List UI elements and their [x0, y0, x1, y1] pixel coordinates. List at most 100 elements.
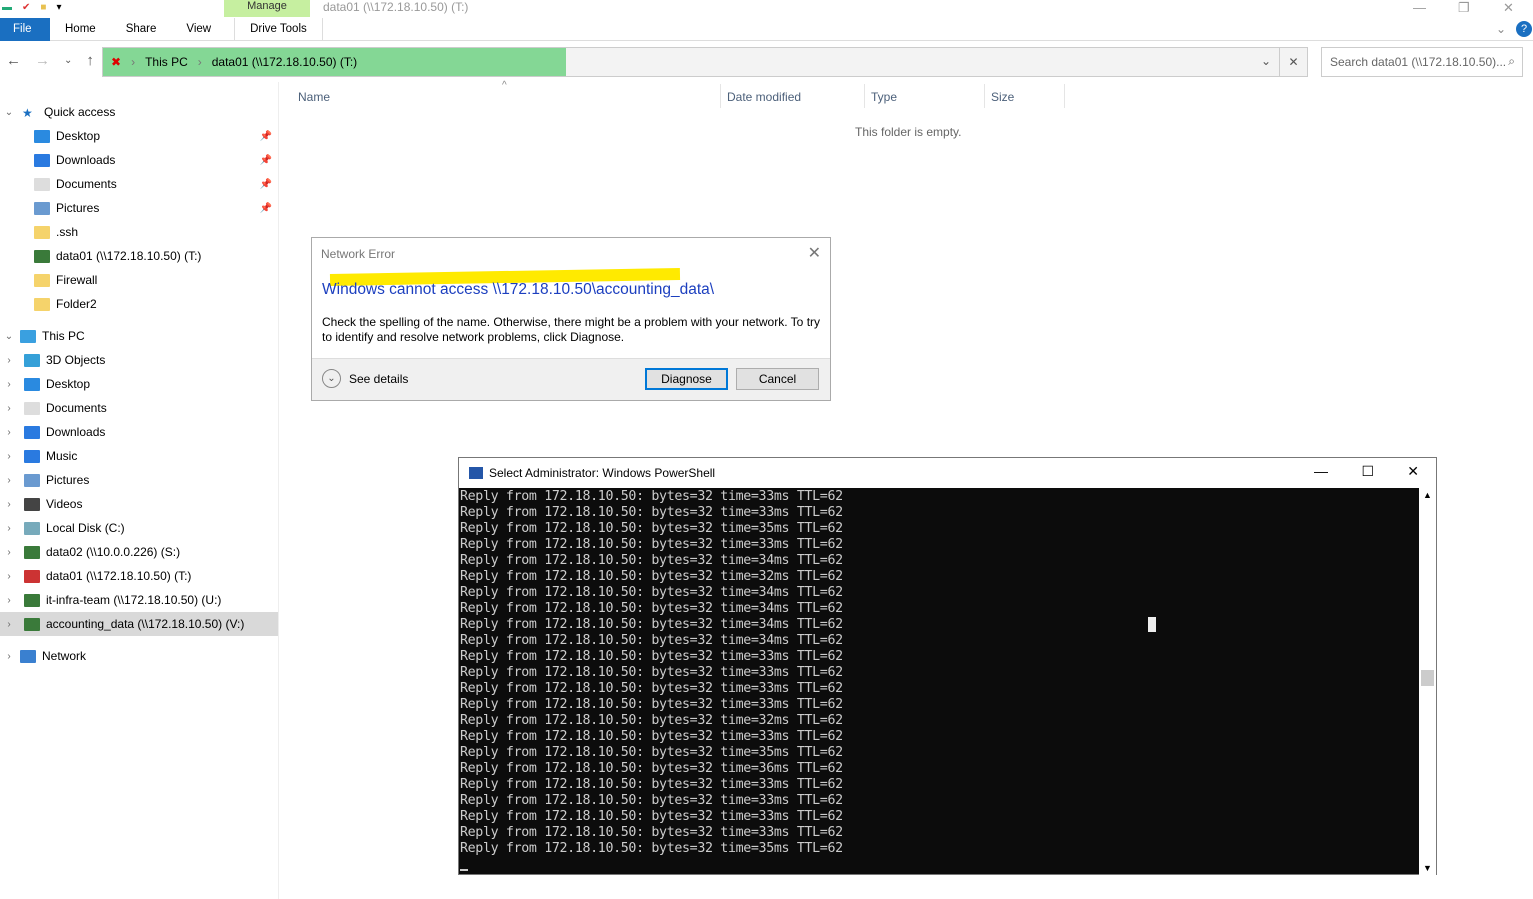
address-dropdown-icon[interactable]: ⌄ — [1261, 54, 1271, 68]
sidebar-item[interactable]: Folder2 — [0, 292, 278, 316]
pin-icon[interactable]: 📌 — [260, 131, 272, 142]
cancel-button[interactable]: Cancel — [736, 368, 819, 390]
sidebar-item[interactable]: › accounting_data (\\172.18.10.50) (V:) — [0, 612, 278, 636]
dialog-close-icon[interactable]: ✕ — [808, 243, 821, 263]
ps-minimize-icon[interactable]: — — [1314, 463, 1328, 479]
sidebar-item[interactable]: › 3D Objects — [0, 348, 278, 372]
scroll-thumb[interactable] — [1421, 670, 1434, 686]
sidebar-item[interactable]: › Desktop — [0, 372, 278, 396]
up-icon[interactable]: ↑ — [86, 52, 94, 69]
tab-drive-tools[interactable]: Drive Tools — [234, 18, 323, 41]
expand-icon[interactable]: › — [2, 571, 16, 582]
close-icon[interactable]: ✕ — [1503, 0, 1514, 16]
help-icon[interactable]: ? — [1516, 21, 1532, 37]
customize-dropdown-icon[interactable]: ▾ — [56, 2, 61, 13]
sidebar-quick-access[interactable]: ⌄ ★ Quick access — [0, 100, 278, 124]
scroll-down-icon[interactable]: ▼ — [1423, 863, 1432, 873]
new-folder-icon[interactable]: ■ — [40, 2, 46, 13]
sidebar-item[interactable]: Downloads 📌 — [0, 148, 278, 172]
console-output[interactable]: Reply from 172.18.10.50: bytes=32 time=3… — [460, 489, 843, 857]
tab-home[interactable]: Home — [50, 18, 111, 41]
dialog-heading: Windows cannot access \\172.18.10.50\acc… — [322, 281, 715, 298]
recent-dropdown-icon[interactable]: ⌄ — [64, 52, 72, 69]
expand-icon[interactable]: › — [2, 451, 16, 462]
sidebar-this-pc[interactable]: ⌄ This PC — [0, 324, 278, 348]
expand-ribbon-icon[interactable]: ⌄ — [1496, 22, 1506, 36]
restore-icon[interactable]: ❐ — [1458, 0, 1470, 16]
sidebar-item[interactable]: Firewall — [0, 268, 278, 292]
item-icon — [34, 249, 50, 263]
sidebar-item[interactable]: › Videos — [0, 492, 278, 516]
expand-details-icon[interactable]: ⌄ — [322, 369, 341, 388]
breadcrumb-this-pc[interactable]: This PC — [145, 55, 188, 69]
expand-icon[interactable]: › — [2, 355, 16, 366]
tab-share[interactable]: Share — [111, 18, 172, 41]
expand-icon[interactable]: › — [2, 403, 16, 414]
sidebar-item[interactable]: › Downloads — [0, 420, 278, 444]
sidebar-item[interactable]: Documents 📌 — [0, 172, 278, 196]
address-bar[interactable]: ✖ › This PC › data01 (\\172.18.10.50) (T:)… — [102, 47, 1308, 77]
network-error-dialog: Network Error ✕ Windows cannot access \\… — [311, 237, 831, 401]
tab-view[interactable]: View — [171, 18, 226, 41]
back-icon[interactable]: ← — [6, 52, 21, 69]
sidebar-item[interactable]: › Local Disk (C:) — [0, 516, 278, 540]
expand-icon[interactable]: › — [2, 595, 16, 606]
expand-icon[interactable]: › — [2, 427, 16, 438]
column-type[interactable]: Type — [871, 90, 897, 104]
sidebar-network[interactable]: › Network — [0, 644, 278, 668]
pin-icon[interactable]: 📌 — [260, 179, 272, 190]
search-placeholder: Search data01 (\\172.18.10.50)... — [1330, 55, 1507, 69]
expand-icon[interactable]: › — [2, 499, 16, 510]
stop-icon[interactable]: ✕ — [1279, 48, 1307, 76]
expand-icon[interactable]: › — [2, 523, 16, 534]
expand-icon[interactable]: › — [2, 619, 16, 630]
pin-icon[interactable]: 📌 — [260, 155, 272, 166]
pin-icon[interactable]: 📌 — [260, 203, 272, 214]
sidebar-item[interactable]: › Documents — [0, 396, 278, 420]
sidebar-item-label: Firewall — [56, 273, 98, 287]
sort-ascending-icon: ^ — [502, 80, 507, 91]
item-icon — [24, 401, 40, 415]
sidebar-item[interactable]: .ssh — [0, 220, 278, 244]
ps-close-icon[interactable]: ✕ — [1407, 463, 1419, 480]
forward-icon[interactable]: → — [35, 52, 50, 69]
sidebar-item-label: Desktop — [46, 377, 91, 391]
column-name[interactable]: Name — [298, 90, 330, 104]
sidebar-item-label: Documents — [46, 401, 107, 415]
item-icon — [24, 521, 40, 535]
sidebar-item[interactable]: Pictures 📌 — [0, 196, 278, 220]
sidebar-item[interactable]: › data01 (\\172.18.10.50) (T:) — [0, 564, 278, 588]
ribbon-tabs: File Home Share View Drive Tools — [0, 18, 1533, 41]
minimize-icon[interactable]: — — [1413, 0, 1426, 15]
expand-icon[interactable]: › — [2, 379, 16, 390]
drive-icon: ▬ — [2, 1, 12, 13]
item-icon — [34, 201, 50, 215]
item-icon — [34, 225, 50, 239]
ps-maximize-icon[interactable]: ☐ — [1361, 463, 1374, 480]
sidebar-item[interactable]: › data02 (\\10.0.0.226) (S:) — [0, 540, 278, 564]
properties-icon[interactable]: ✔ — [22, 2, 30, 13]
expand-icon[interactable]: › — [2, 547, 16, 558]
search-input[interactable]: Search data01 (\\172.18.10.50)... ⌕ — [1321, 47, 1523, 77]
diagnose-button[interactable]: Diagnose — [645, 368, 728, 390]
sidebar-item[interactable]: › it-infra-team (\\172.18.10.50) (U:) — [0, 588, 278, 612]
sidebar-item[interactable]: data01 (\\172.18.10.50) (T:) — [0, 244, 278, 268]
console-scrollbar[interactable]: ▲ ▼ — [1419, 488, 1436, 875]
item-icon — [34, 129, 50, 143]
see-details-link[interactable]: See details — [349, 372, 408, 386]
breadcrumb-data01[interactable]: data01 (\\172.18.10.50) (T:) — [212, 55, 357, 69]
sidebar-item[interactable]: Desktop 📌 — [0, 124, 278, 148]
item-icon — [24, 473, 40, 487]
item-icon — [24, 497, 40, 511]
tab-file[interactable]: File — [0, 18, 50, 41]
column-date-modified[interactable]: Date modified — [727, 90, 801, 104]
sidebar-item[interactable]: › Pictures — [0, 468, 278, 492]
sidebar-item-label: Videos — [46, 497, 83, 511]
scroll-up-icon[interactable]: ▲ — [1423, 490, 1432, 500]
expand-icon[interactable]: › — [2, 475, 16, 486]
sidebar-item-label: .ssh — [56, 225, 79, 239]
column-size[interactable]: Size — [991, 90, 1014, 104]
sidebar-item-label: it-infra-team (\\172.18.10.50) (U:) — [46, 593, 222, 607]
sidebar-item[interactable]: › Music — [0, 444, 278, 468]
item-icon — [24, 593, 40, 607]
